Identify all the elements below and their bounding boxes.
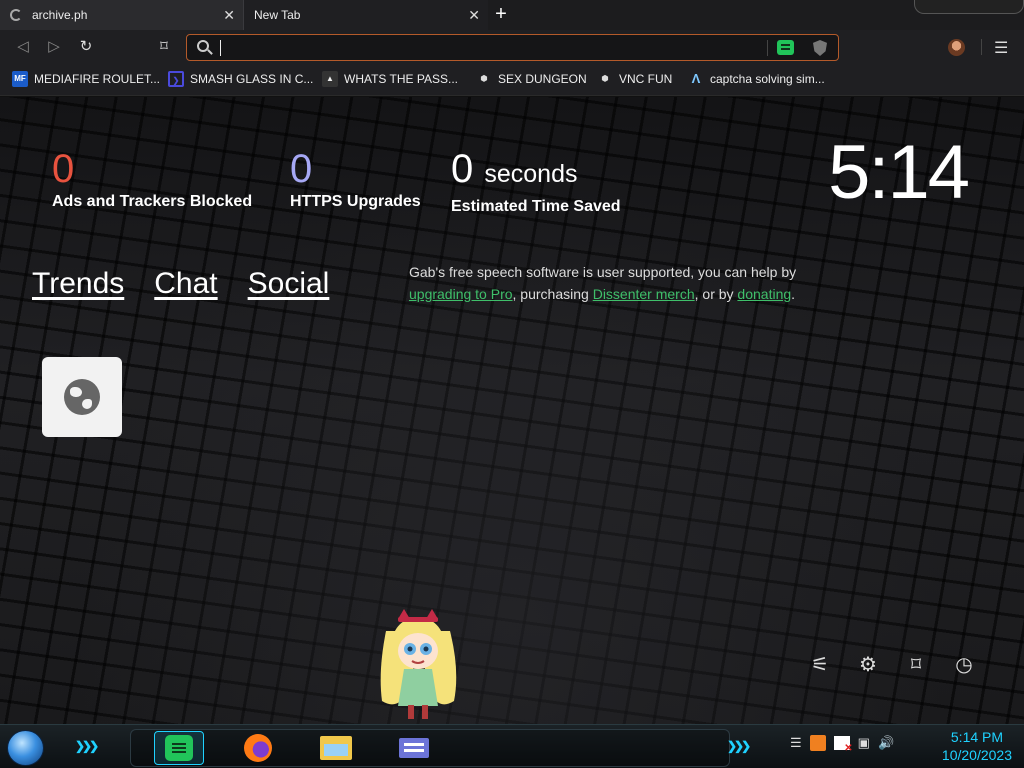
clock-time: 5:14 PM — [950, 729, 1004, 745]
system-tray: ☰ ▣ 🔊 — [790, 735, 894, 754]
close-icon[interactable]: ✕ — [468, 7, 480, 24]
divider — [767, 40, 768, 56]
cube-icon: ⬢ — [480, 74, 488, 83]
bookmarks-icon[interactable]: ⌑ — [904, 653, 928, 677]
card-app-icon — [399, 738, 429, 758]
mediafire-icon: MF — [12, 71, 28, 87]
ntp-toolbar: ⚟ ⚙ ⌑ ◷ — [808, 653, 976, 677]
text-caret — [220, 40, 221, 56]
taskbar-app-card[interactable] — [389, 731, 439, 765]
new-tab-button[interactable]: + — [490, 4, 512, 25]
tray-app-icon[interactable] — [809, 735, 826, 751]
globe-icon — [64, 379, 100, 415]
action-center-icon[interactable] — [833, 736, 853, 754]
divider — [981, 39, 982, 55]
https-upgrades-label: HTTPS Upgrades — [290, 193, 421, 210]
new-tab-page: 0 Ads and Trackers Blocked 0 HTTPS Upgra… — [0, 97, 1024, 724]
bookmark-item[interactable]: ▲ WHATS THE PASS... — [322, 71, 458, 87]
message-text: , purchasing — [512, 286, 593, 302]
upgrade-pro-link[interactable]: upgrading to Pro — [409, 286, 513, 302]
tab-strip: archive.ph ✕ New Tab ✕ + — [0, 0, 1024, 30]
bookmark-item[interactable]: MF MEDIAFIRE ROULET... — [12, 71, 160, 87]
ads-blocked-stat: 0 Ads and Trackers Blocked — [52, 149, 252, 211]
menu-icon[interactable]: ☰ — [994, 38, 1008, 58]
time-saved-stat: 0 seconds Estimated Time Saved — [451, 149, 621, 216]
message-text: Gab's free speech software is user suppo… — [409, 264, 797, 280]
close-icon[interactable]: ✕ — [223, 7, 235, 24]
decoration-icon: ❯❯❯ — [75, 739, 99, 753]
gab-icon — [165, 735, 193, 761]
reload-icon[interactable]: ↻ — [77, 38, 95, 56]
message-text: . — [791, 286, 796, 302]
tab-title: archive.ph — [32, 8, 88, 22]
bookmark-label: SEX DUNGEON — [498, 72, 587, 86]
forward-icon[interactable]: ▷ — [45, 38, 63, 56]
link-trends[interactable]: Trends — [32, 267, 124, 301]
window-decoration — [914, 0, 1024, 14]
cartoon-character-image — [368, 601, 468, 723]
dissenter-merch-link[interactable]: Dissenter merch — [593, 286, 695, 302]
tab-new-tab[interactable]: New Tab ✕ — [244, 0, 488, 30]
bookmark-label: SMASH GLASS IN C... — [190, 72, 314, 86]
quick-links: Trends Chat Social — [32, 267, 329, 301]
show-hidden-icons-icon[interactable]: ☰ — [790, 735, 802, 751]
address-input[interactable] — [225, 38, 765, 58]
ads-blocked-label: Ads and Trackers Blocked — [52, 193, 253, 210]
file-explorer-icon — [320, 736, 352, 760]
taskbar-app-gab[interactable] — [154, 731, 204, 765]
https-upgrades-stat: 0 HTTPS Upgrades — [290, 149, 421, 211]
bookmark-item[interactable]: ⬢ VNC FUN — [597, 71, 673, 87]
bookmark-item[interactable]: ⬢ SEX DUNGEON — [476, 71, 587, 87]
network-icon[interactable]: ▣ — [858, 735, 870, 751]
ntp-clock: 5:14 — [828, 130, 970, 215]
time-saved-label: Estimated Time Saved — [451, 198, 621, 215]
firefox-icon — [244, 734, 272, 762]
time-saved-count: 0 — [451, 147, 474, 191]
taskbar-app-file-explorer[interactable] — [311, 731, 361, 765]
top-site-tile[interactable] — [42, 357, 122, 437]
link-chat[interactable]: Chat — [154, 267, 217, 301]
donating-link[interactable]: donating — [737, 286, 791, 302]
shield-icon[interactable] — [813, 40, 827, 56]
back-icon[interactable]: ◁ — [14, 38, 32, 56]
search-icon — [197, 40, 209, 52]
lock-icon: ▲ — [322, 71, 338, 87]
gab-extension-icon[interactable] — [777, 40, 794, 55]
bookmark-item[interactable]: ❯ SMASH GLASS IN C... — [168, 71, 313, 87]
bookmark-label: VNC FUN — [619, 72, 673, 86]
ads-blocked-count: 0 — [52, 147, 75, 191]
lambda-icon: Λ — [691, 71, 701, 86]
bookmark-icon[interactable]: ⌑ — [155, 38, 173, 56]
time-saved-unit: seconds — [484, 160, 578, 188]
start-button[interactable] — [7, 730, 44, 766]
bracket-icon: ❯ — [168, 71, 184, 87]
profile-avatar[interactable] — [948, 39, 965, 56]
loading-spinner-icon — [10, 9, 22, 21]
taskbar: ❯❯❯ ❯❯❯ ☰ ▣ 🔊 5:14 PM 10/20/2023 — [0, 724, 1024, 768]
clock-date: 10/20/2023 — [941, 747, 1012, 763]
cube-icon: ⬢ — [601, 74, 609, 83]
tab-archive[interactable]: archive.ph ✕ — [0, 0, 244, 30]
link-social[interactable]: Social — [248, 267, 330, 301]
decoration-icon: ❯❯❯ — [727, 739, 751, 753]
bookmark-label: captcha solving sim... — [710, 72, 825, 86]
settings-icon[interactable]: ⚙ — [856, 653, 880, 677]
navigation-bar: ◁ ▷ ↻ ⌑ ☰ — [0, 30, 1024, 64]
tab-title: New Tab — [254, 8, 301, 22]
message-text: , or by — [694, 286, 738, 302]
system-clock[interactable]: 5:14 PM 10/20/2023 — [942, 728, 1012, 764]
gab-support-message: Gab's free speech software is user suppo… — [409, 261, 809, 305]
https-upgrades-count: 0 — [290, 147, 313, 191]
bookmark-label: MEDIAFIRE ROULET... — [34, 72, 161, 86]
address-bar[interactable] — [186, 34, 839, 61]
customize-icon[interactable]: ⚟ — [808, 653, 832, 677]
taskbar-app-firefox[interactable] — [233, 731, 283, 765]
bookmarks-bar: MF MEDIAFIRE ROULET... ❯ SMASH GLASS IN … — [0, 64, 1024, 96]
bookmark-label: WHATS THE PASS... — [344, 72, 459, 86]
volume-icon[interactable]: 🔊 — [878, 735, 894, 751]
history-icon[interactable]: ◷ — [952, 653, 976, 677]
bookmark-item[interactable]: Λ captcha solving sim... — [688, 71, 825, 87]
